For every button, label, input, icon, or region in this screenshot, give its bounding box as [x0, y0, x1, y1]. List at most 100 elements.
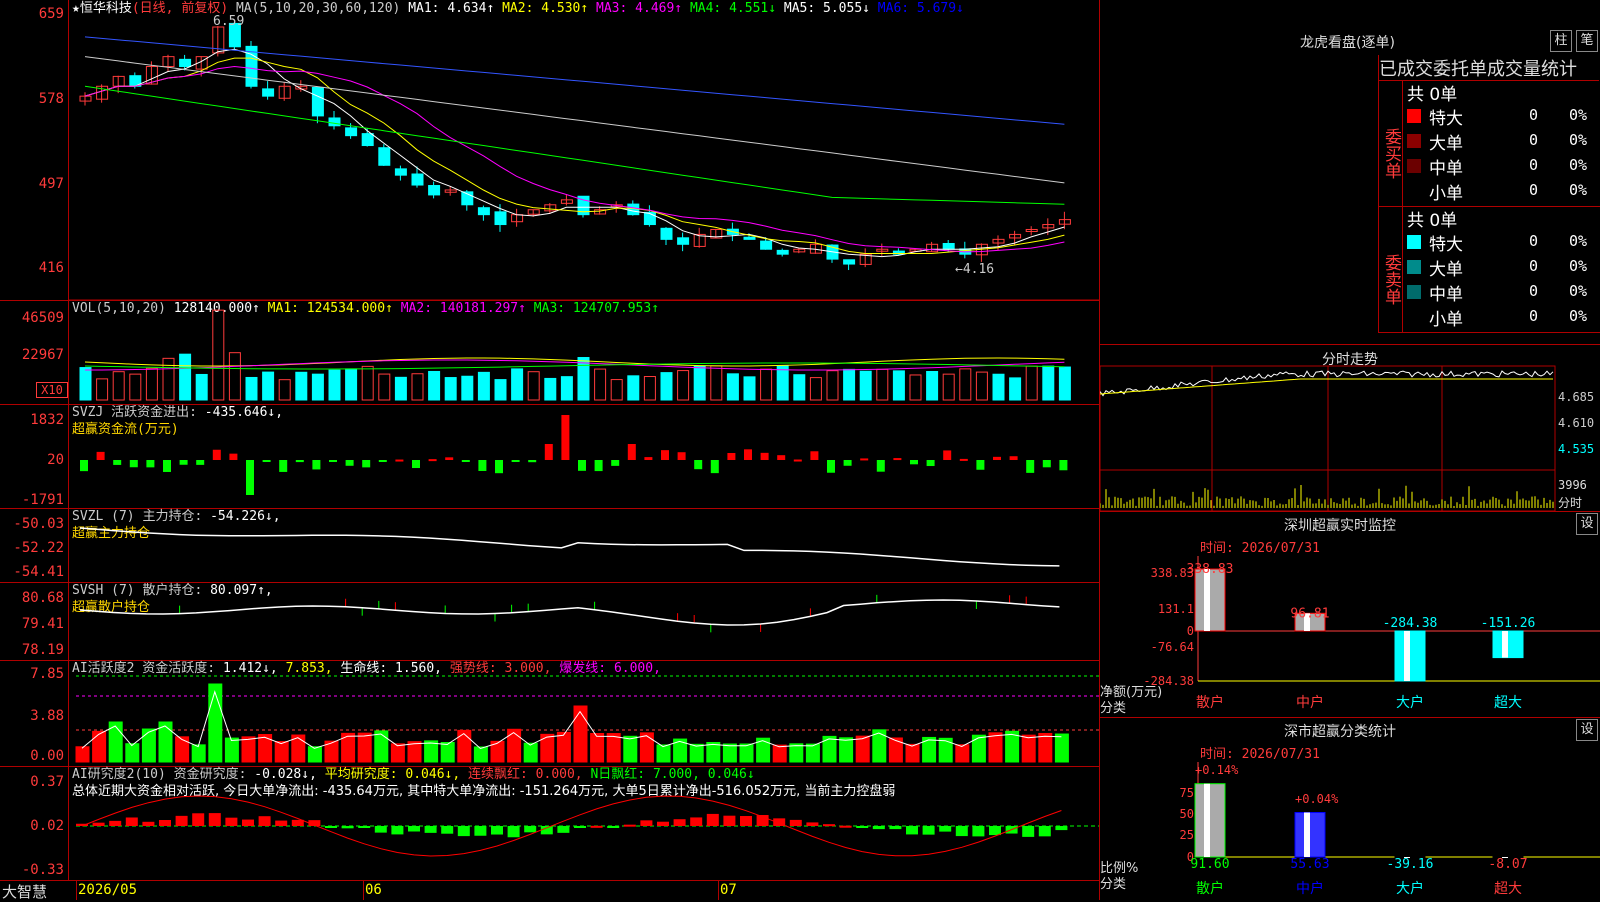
ai-research-chart[interactable]: [0, 766, 1100, 880]
volume-bar: [959, 368, 972, 401]
sz-monitor-panel[interactable]: 深圳超赢实时监控 设 时间: 2026/07/31 338.83 131.1 0 -7…: [1100, 511, 1600, 718]
svzj-chart[interactable]: [0, 404, 1100, 508]
flow-bar: [279, 460, 288, 472]
order-count: 0: [1529, 257, 1539, 275]
sz-monitor-chart[interactable]: 338.83131.10-76.64-284.38338.83散户96.81中户…: [1100, 511, 1600, 717]
right-panel: 龙虎看盘(逐单) 柱 笔 已成交委托单成交量统计 委买单共 0单 特大 0 0% 大单 0…: [1100, 0, 1600, 900]
research-bar: [740, 816, 752, 826]
research-bar: [225, 817, 238, 826]
research-bar: [657, 821, 669, 826]
volume-bar: [809, 377, 822, 401]
activity-bar: [224, 737, 239, 763]
activity-bar: [141, 728, 156, 763]
activity-bar: [623, 735, 638, 763]
activity-bar: [722, 743, 737, 763]
volume-bar: [245, 376, 258, 401]
bar-value-label: -8.07: [1488, 857, 1527, 872]
research-bar: [358, 826, 371, 828]
candle: [428, 185, 441, 196]
activity-bar: [606, 733, 621, 763]
candle: [627, 203, 640, 216]
bar-view-button[interactable]: 柱: [1550, 30, 1572, 52]
category-label: 中户: [1296, 880, 1324, 897]
lhb-title: 龙虎看盘(逐单): [1300, 35, 1395, 51]
research-bar: [424, 826, 437, 833]
y-label: 578: [38, 91, 64, 107]
svzl-chart[interactable]: [0, 508, 1100, 582]
candle: [677, 237, 690, 245]
activity-bar: [689, 743, 704, 763]
volume-bar: [926, 370, 939, 401]
y-tick-label: 75: [1180, 786, 1194, 800]
ai-research-pane[interactable]: AI研究度2(10) 资金研究度: -0.028↓, 平均研究度: 0.046↓…: [0, 766, 1100, 881]
activity-bar: [1054, 733, 1069, 763]
research-bar: [690, 817, 703, 826]
kline-chart[interactable]: [0, 0, 1100, 300]
flow-bar: [793, 459, 802, 462]
bar-value-label: -151.26: [1481, 616, 1536, 631]
ai-activity-pane[interactable]: AI活跃度2 资金活跃度: 1.412↓, 7.853, 生命线: 1.560,…: [0, 660, 1100, 767]
flow-bar: [594, 460, 603, 472]
research-bar: [723, 815, 736, 826]
svzl-pane[interactable]: SVZL (7) 主力持仓: -54.226↓, 超赢主力持仓 -50.03 -5…: [0, 508, 1100, 583]
x-label: 06: [365, 882, 382, 898]
research-bar: [159, 820, 171, 826]
research-bar: [989, 826, 1001, 836]
order-count: 0: [1529, 131, 1539, 149]
volume-bar: [79, 367, 92, 401]
research-bar: [623, 824, 636, 827]
candle: [843, 259, 856, 265]
flow-bar: [528, 460, 537, 463]
flow-bar: [378, 460, 387, 462]
tick-view-button[interactable]: 笔: [1576, 30, 1598, 52]
color-swatch: [1407, 235, 1421, 249]
svsh-pane[interactable]: SVSH (7) 散户持仓: 80.097↑, 超赢散户持仓 80.68 79.4…: [0, 582, 1100, 661]
order-total: 共 0单: [1407, 85, 1458, 105]
main-chart-area[interactable]: ★恒华科技(日线, 前复权) MA(5,10,20,30,60,120) MA1…: [0, 0, 1100, 901]
order-percent: 0%: [1569, 156, 1588, 174]
sz-stat-panel[interactable]: 深市超赢分类统计 设 时间: 2026/07/31 75 50 25 0 91.60 散户…: [1100, 717, 1600, 900]
research-bar: [590, 825, 603, 828]
volume-bar: [892, 370, 905, 401]
volume-bar: [295, 371, 308, 401]
order-percent: 0%: [1569, 131, 1588, 149]
activity-bar: [739, 743, 754, 763]
kline-pane[interactable]: ★恒华科技(日线, 前复权) MA(5,10,20,30,60,120) MA1…: [0, 0, 1100, 301]
volume-pane[interactable]: VOL(5,10,20) 128140.000↑ MA1: 124534.000…: [0, 300, 1100, 405]
volume-bar: [145, 367, 158, 401]
sz-stat-chart[interactable]: 755025091.60散户55.63中户-39.16大户-8.07超大+0.1…: [1100, 717, 1600, 900]
intraday-chart[interactable]: [1100, 344, 1600, 511]
lhb-panel: 龙虎看盘(逐单) 柱 笔 已成交委托单成交量统计 委买单共 0单 特大 0 0% 大单 0…: [1100, 0, 1600, 345]
svzj-pane[interactable]: SVZJ 活跃资金进出: -435.646↓, 超赢资金流(万元) 1832 20…: [0, 404, 1100, 509]
candle: [411, 173, 424, 186]
svsh-chart[interactable]: [0, 582, 1100, 660]
volume-bar: [428, 370, 441, 401]
intraday-panel[interactable]: 分时走势 4.685 4.610 4.535 3996 分时: [1100, 344, 1600, 512]
volume-bar: [1009, 377, 1022, 401]
color-swatch: [1407, 310, 1421, 324]
candle: [743, 236, 756, 240]
order-size-label: 大单: [1429, 134, 1463, 154]
activity-bar: [274, 741, 289, 763]
volume-bar: [776, 365, 789, 401]
volume-bar: [394, 376, 407, 401]
bar-highlight: [1502, 631, 1508, 658]
order-size-label: 大单: [1429, 260, 1463, 280]
order-size-label: 小单: [1429, 310, 1463, 330]
activity-bar: [390, 743, 405, 763]
order-total: 共 0单: [1407, 211, 1458, 231]
flow-bar: [727, 453, 736, 460]
flow-bar: [976, 460, 985, 470]
volume-bar: [511, 368, 524, 401]
research-bar: [839, 825, 852, 828]
candle: [394, 168, 407, 176]
order-count: 0: [1529, 307, 1539, 325]
order-size-label: 特大: [1429, 109, 1463, 129]
research-bar: [391, 826, 404, 835]
ai-activity-chart[interactable]: [0, 660, 1100, 766]
volume-chart[interactable]: [0, 300, 1100, 404]
activity-bar: [540, 733, 555, 763]
flow-bar: [544, 444, 553, 460]
ma-line: [84, 56, 1065, 184]
flow-bar: [959, 458, 968, 461]
